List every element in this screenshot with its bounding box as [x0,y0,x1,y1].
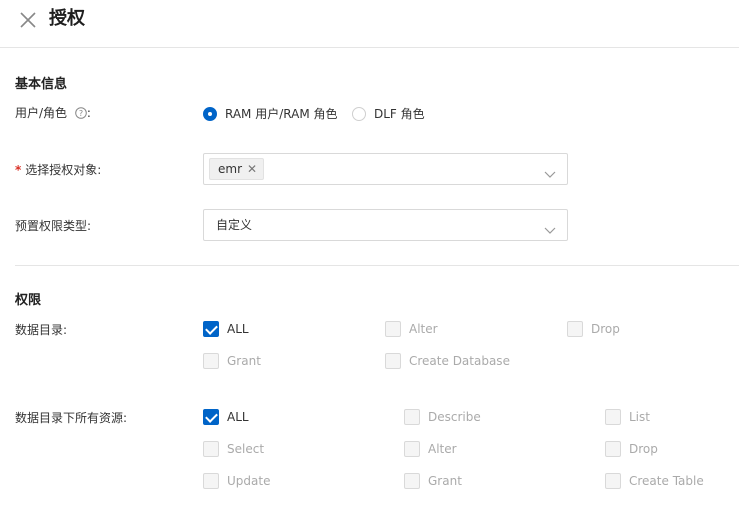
checkbox-box [385,353,401,369]
colon: : [86,106,91,120]
resource-checkbox-create-table[interactable]: Create Table [605,473,704,489]
radio-dot [352,106,366,121]
resource-checkbox-drop[interactable]: Drop [605,441,658,457]
resource-checkbox-describe[interactable]: Describe [404,409,481,425]
catalog-checkbox-grant[interactable]: Grant [203,353,261,369]
checkbox-box [203,473,219,489]
checkbox-box [404,473,420,489]
preset-label: 预置权限类型: [15,219,92,233]
dialog-header: 授权 [0,0,739,48]
checkbox-box [605,441,621,457]
checkbox-label: Describe [428,410,481,424]
checkbox-label: Update [227,474,271,488]
checkbox-label: Drop [591,322,620,336]
user-role-label: 用户/角色 [15,106,68,120]
catalog-checkbox-drop[interactable]: Drop [567,321,620,337]
checkbox-label: Select [227,442,265,456]
checkbox-label: Grant [428,474,462,488]
help-icon[interactable]: ? [75,107,87,123]
radio-label: RAM 用户/RAM 角色 [225,107,338,121]
dialog-title: 授权 [49,8,85,29]
catalog-checkbox-all[interactable]: ALL [203,321,249,337]
target-select[interactable]: emr ✕ [203,153,568,185]
tag-remove-icon[interactable]: ✕ [247,159,257,179]
section-divider [15,265,739,266]
checkbox-box [203,353,219,369]
preset-value: 自定义 [216,218,253,232]
checkbox-box [203,409,219,425]
checkbox-label: ALL [227,322,249,336]
resource-checkbox-update[interactable]: Update [203,473,270,489]
radio-dlf-role[interactable]: DLF 角色 [352,105,425,122]
required-mark: * [15,163,22,177]
resource-checkbox-list[interactable]: List [605,409,650,425]
checkbox-label: Alter [428,442,457,456]
resource-checkbox-grant[interactable]: Grant [404,473,462,489]
checkbox-box [203,321,219,337]
target-label-row: * 选择授权对象: [15,162,101,178]
checkbox-box [605,473,621,489]
tag-label: emr [218,162,243,176]
catalog-label: 数据目录: [15,323,68,337]
chevron-down-icon [544,164,556,183]
checkbox-box [605,409,621,425]
radio-dot [203,106,217,121]
checkbox-label: Alter [409,322,438,336]
checkbox-label: List [629,410,650,424]
resource-checkbox-all[interactable]: ALL [203,409,249,425]
checkbox-label: Create Database [409,354,510,368]
checkbox-box [404,409,420,425]
catalog-checkbox-create-database[interactable]: Create Database [385,353,510,369]
resource-checkbox-select[interactable]: Select [203,441,264,457]
checkbox-box [567,321,583,337]
permissions-title: 权限 [15,293,42,308]
preset-select[interactable]: 自定义 [203,209,568,241]
checkbox-label: ALL [227,410,249,424]
radio-label: DLF 角色 [374,107,425,121]
checkbox-box [385,321,401,337]
user-role-label-row: 用户/角色 ? : [15,105,91,123]
catalog-checkbox-alter[interactable]: Alter [385,321,438,337]
checkbox-box [404,441,420,457]
checkbox-label: Drop [629,442,658,456]
close-icon[interactable] [18,10,38,30]
resources-label: 数据目录下所有资源: [15,411,128,425]
checkbox-label: Grant [227,354,261,368]
target-label: 选择授权对象: [25,163,102,177]
checkbox-box [203,441,219,457]
svg-text:?: ? [79,109,83,118]
resource-checkbox-alter[interactable]: Alter [404,441,457,457]
chevron-down-icon [544,220,556,239]
basic-info-title: 基本信息 [15,77,68,92]
selected-tag: emr ✕ [209,158,265,180]
radio-ram-user-role[interactable]: RAM 用户/RAM 角色 [203,105,338,122]
checkbox-label: Create Table [629,474,704,488]
